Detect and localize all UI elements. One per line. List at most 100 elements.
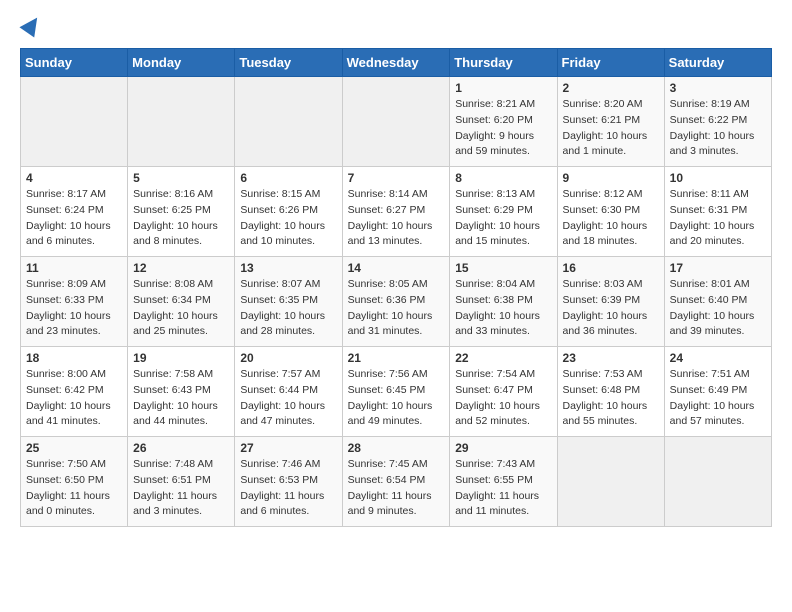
day-number: 7 — [348, 171, 445, 185]
calendar-cell: 23 Sunrise: 7:53 AM Sunset: 6:48 PM Dayli… — [557, 347, 664, 437]
day-info: Sunrise: 8:15 AM Sunset: 6:26 PM Dayligh… — [240, 187, 336, 250]
day-number: 26 — [133, 441, 229, 455]
day-number: 27 — [240, 441, 336, 455]
calendar-week-row: 18 Sunrise: 8:00 AM Sunset: 6:42 PM Dayli… — [21, 347, 772, 437]
calendar-cell: 3 Sunrise: 8:19 AM Sunset: 6:22 PM Daylig… — [664, 77, 771, 167]
calendar-cell: 19 Sunrise: 7:58 AM Sunset: 6:43 PM Dayli… — [128, 347, 235, 437]
weekday-header-thursday: Thursday — [450, 49, 557, 77]
day-info: Sunrise: 8:05 AM Sunset: 6:36 PM Dayligh… — [348, 277, 445, 340]
calendar-week-row: 1Sunrise: 8:21 AM Sunset: 6:20 PM Daylig… — [21, 77, 772, 167]
calendar-week-row: 25 Sunrise: 7:50 AM Sunset: 6:50 PM Dayli… — [21, 437, 772, 527]
day-info: Sunrise: 7:51 AM Sunset: 6:49 PM Dayligh… — [670, 367, 766, 430]
day-info: Sunrise: 7:48 AM Sunset: 6:51 PM Dayligh… — [133, 457, 229, 520]
calendar-cell: 24 Sunrise: 7:51 AM Sunset: 6:49 PM Dayli… — [664, 347, 771, 437]
day-number: 18 — [26, 351, 122, 365]
calendar-cell — [342, 77, 450, 167]
calendar-cell: 27 Sunrise: 7:46 AM Sunset: 6:53 PM Dayli… — [235, 437, 342, 527]
weekday-header-tuesday: Tuesday — [235, 49, 342, 77]
day-info: Sunrise: 8:20 AM Sunset: 6:21 PM Dayligh… — [563, 97, 659, 160]
weekday-header-wednesday: Wednesday — [342, 49, 450, 77]
day-number: 24 — [670, 351, 766, 365]
day-info: Sunrise: 8:09 AM Sunset: 6:33 PM Dayligh… — [26, 277, 122, 340]
calendar-cell: 20Sunrise: 7:57 AM Sunset: 6:44 PM Dayli… — [235, 347, 342, 437]
calendar-cell: 25 Sunrise: 7:50 AM Sunset: 6:50 PM Dayli… — [21, 437, 128, 527]
calendar-cell: 2 Sunrise: 8:20 AM Sunset: 6:21 PM Daylig… — [557, 77, 664, 167]
day-info: Sunrise: 7:45 AM Sunset: 6:54 PM Dayligh… — [348, 457, 445, 520]
day-info: Sunrise: 7:46 AM Sunset: 6:53 PM Dayligh… — [240, 457, 336, 520]
day-info: Sunrise: 7:53 AM Sunset: 6:48 PM Dayligh… — [563, 367, 659, 430]
day-info: Sunrise: 7:58 AM Sunset: 6:43 PM Dayligh… — [133, 367, 229, 430]
calendar-cell: 17 Sunrise: 8:01 AM Sunset: 6:40 PM Dayli… — [664, 257, 771, 347]
day-number: 12 — [133, 261, 229, 275]
calendar-cell: 14 Sunrise: 8:05 AM Sunset: 6:36 PM Dayli… — [342, 257, 450, 347]
calendar-cell — [235, 77, 342, 167]
day-number: 28 — [348, 441, 445, 455]
calendar-cell: 22 Sunrise: 7:54 AM Sunset: 6:47 PM Dayli… — [450, 347, 557, 437]
day-number: 8 — [455, 171, 551, 185]
day-info: Sunrise: 8:16 AM Sunset: 6:25 PM Dayligh… — [133, 187, 229, 250]
calendar-header-row: SundayMondayTuesdayWednesdayThursdayFrid… — [21, 49, 772, 77]
day-info: Sunrise: 8:19 AM Sunset: 6:22 PM Dayligh… — [670, 97, 766, 160]
day-number: 10 — [670, 171, 766, 185]
logo — [20, 20, 41, 38]
calendar-cell: 12 Sunrise: 8:08 AM Sunset: 6:34 PM Dayli… — [128, 257, 235, 347]
day-info: Sunrise: 7:56 AM Sunset: 6:45 PM Dayligh… — [348, 367, 445, 430]
day-number: 2 — [563, 81, 659, 95]
weekday-header-sunday: Sunday — [21, 49, 128, 77]
calendar-cell: 21Sunrise: 7:56 AM Sunset: 6:45 PM Dayli… — [342, 347, 450, 437]
calendar-cell: 6Sunrise: 8:15 AM Sunset: 6:26 PM Daylig… — [235, 167, 342, 257]
day-number: 9 — [563, 171, 659, 185]
weekday-header-friday: Friday — [557, 49, 664, 77]
calendar-cell: 9 Sunrise: 8:12 AM Sunset: 6:30 PM Daylig… — [557, 167, 664, 257]
day-info: Sunrise: 8:01 AM Sunset: 6:40 PM Dayligh… — [670, 277, 766, 340]
calendar-cell: 16Sunrise: 8:03 AM Sunset: 6:39 PM Dayli… — [557, 257, 664, 347]
day-info: Sunrise: 7:43 AM Sunset: 6:55 PM Dayligh… — [455, 457, 551, 520]
calendar-cell: 18 Sunrise: 8:00 AM Sunset: 6:42 PM Dayli… — [21, 347, 128, 437]
day-info: Sunrise: 8:21 AM Sunset: 6:20 PM Dayligh… — [455, 97, 551, 160]
calendar-cell: 8 Sunrise: 8:13 AM Sunset: 6:29 PM Daylig… — [450, 167, 557, 257]
calendar-cell: 4 Sunrise: 8:17 AM Sunset: 6:24 PM Daylig… — [21, 167, 128, 257]
day-number: 23 — [563, 351, 659, 365]
day-number: 17 — [670, 261, 766, 275]
day-info: Sunrise: 8:08 AM Sunset: 6:34 PM Dayligh… — [133, 277, 229, 340]
logo-triangle-icon — [19, 12, 44, 37]
day-number: 14 — [348, 261, 445, 275]
day-number: 11 — [26, 261, 122, 275]
calendar-week-row: 11 Sunrise: 8:09 AM Sunset: 6:33 PM Dayli… — [21, 257, 772, 347]
day-number: 4 — [26, 171, 122, 185]
calendar-cell: 15Sunrise: 8:04 AM Sunset: 6:38 PM Dayli… — [450, 257, 557, 347]
calendar-cell — [664, 437, 771, 527]
calendar-cell: 28 Sunrise: 7:45 AM Sunset: 6:54 PM Dayli… — [342, 437, 450, 527]
calendar-cell: 1Sunrise: 8:21 AM Sunset: 6:20 PM Daylig… — [450, 77, 557, 167]
day-number: 19 — [133, 351, 229, 365]
calendar-cell: 13Sunrise: 8:07 AM Sunset: 6:35 PM Dayli… — [235, 257, 342, 347]
day-info: Sunrise: 8:17 AM Sunset: 6:24 PM Dayligh… — [26, 187, 122, 250]
calendar-cell: 5 Sunrise: 8:16 AM Sunset: 6:25 PM Daylig… — [128, 167, 235, 257]
day-number: 5 — [133, 171, 229, 185]
calendar-cell: 26 Sunrise: 7:48 AM Sunset: 6:51 PM Dayli… — [128, 437, 235, 527]
calendar-table: SundayMondayTuesdayWednesdayThursdayFrid… — [20, 48, 772, 527]
day-number: 25 — [26, 441, 122, 455]
calendar-cell — [21, 77, 128, 167]
weekday-header-saturday: Saturday — [664, 49, 771, 77]
day-info: Sunrise: 7:54 AM Sunset: 6:47 PM Dayligh… — [455, 367, 551, 430]
day-info: Sunrise: 7:50 AM Sunset: 6:50 PM Dayligh… — [26, 457, 122, 520]
day-number: 3 — [670, 81, 766, 95]
day-info: Sunrise: 8:13 AM Sunset: 6:29 PM Dayligh… — [455, 187, 551, 250]
weekday-header-monday: Monday — [128, 49, 235, 77]
day-number: 29 — [455, 441, 551, 455]
calendar-cell — [128, 77, 235, 167]
day-info: Sunrise: 8:04 AM Sunset: 6:38 PM Dayligh… — [455, 277, 551, 340]
day-number: 20 — [240, 351, 336, 365]
calendar-cell: 10Sunrise: 8:11 AM Sunset: 6:31 PM Dayli… — [664, 167, 771, 257]
day-info: Sunrise: 8:14 AM Sunset: 6:27 PM Dayligh… — [348, 187, 445, 250]
day-number: 13 — [240, 261, 336, 275]
calendar-cell: 11 Sunrise: 8:09 AM Sunset: 6:33 PM Dayli… — [21, 257, 128, 347]
day-info: Sunrise: 8:12 AM Sunset: 6:30 PM Dayligh… — [563, 187, 659, 250]
calendar-cell: 7 Sunrise: 8:14 AM Sunset: 6:27 PM Daylig… — [342, 167, 450, 257]
day-number: 16 — [563, 261, 659, 275]
calendar-week-row: 4 Sunrise: 8:17 AM Sunset: 6:24 PM Daylig… — [21, 167, 772, 257]
calendar-cell: 29 Sunrise: 7:43 AM Sunset: 6:55 PM Dayli… — [450, 437, 557, 527]
day-info: Sunrise: 8:00 AM Sunset: 6:42 PM Dayligh… — [26, 367, 122, 430]
day-number: 22 — [455, 351, 551, 365]
